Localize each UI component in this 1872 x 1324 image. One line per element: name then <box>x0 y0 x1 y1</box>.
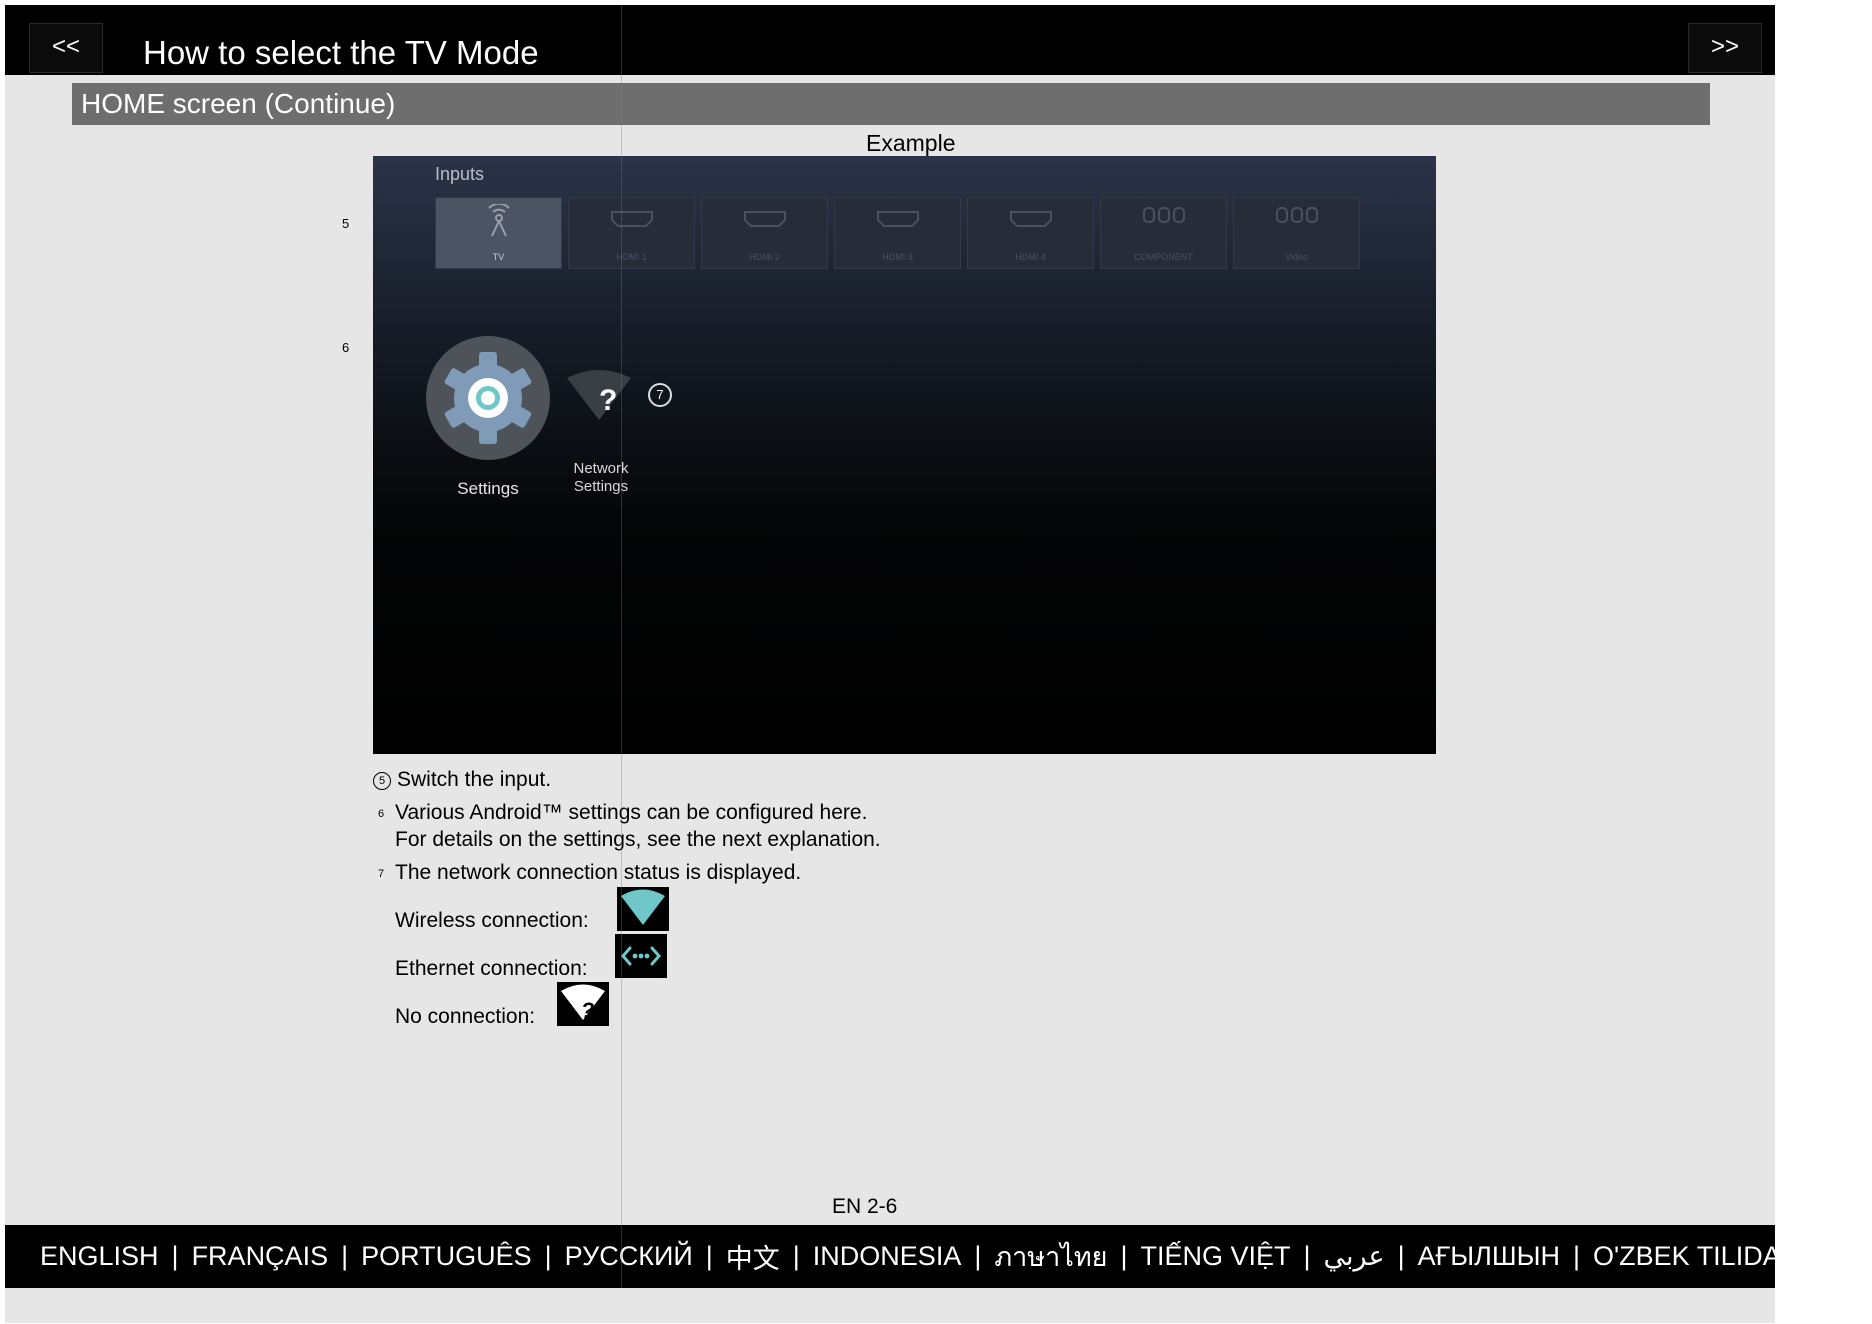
language-link[interactable]: PORTUGUÊS <box>361 1241 532 1272</box>
language-link[interactable]: 中文 <box>726 1237 780 1276</box>
network-settings-label: Network Settings <box>565 460 637 496</box>
input-tile-hdmi4[interactable]: HDMI 4 <box>967 197 1094 269</box>
item-marker: 6 <box>377 808 385 820</box>
wireless-connection-label: Wireless connection: <box>395 909 589 932</box>
language-link[interactable]: ENGLISH <box>40 1241 159 1272</box>
item-text: Switch the input. <box>397 768 552 791</box>
language-link[interactable]: عربي <box>1324 1241 1385 1272</box>
language-link[interactable]: АҒЫЛШЫН <box>1418 1241 1560 1272</box>
description-item-5: 5 Switch the input. <box>373 766 551 794</box>
svg-text:?: ? <box>599 384 617 417</box>
item-marker: 5 <box>373 772 391 790</box>
no-connection-label: No connection: <box>395 1005 536 1028</box>
network-settings-tile[interactable]: ? <box>563 368 635 428</box>
hdmi-icon <box>702 204 827 236</box>
callout-5: 5 <box>342 216 350 231</box>
input-tile-label: TV <box>492 252 505 262</box>
section-header: HOME screen (Continue) <box>72 83 1710 125</box>
section-title: HOME screen (Continue) <box>81 88 396 119</box>
hdmi-icon <box>569 204 694 236</box>
item-marker: 7 <box>377 868 385 880</box>
page-title: How to select the TV Mode <box>143 34 539 71</box>
hdmi-icon <box>835 204 960 236</box>
input-tile-label: HDMI 2 <box>749 252 780 262</box>
description-item-6-line2: For details on the settings, see the nex… <box>395 828 881 851</box>
callout-6: 6 <box>342 340 350 355</box>
example-label: Example <box>866 130 956 156</box>
network-label-line2: Settings <box>573 478 629 495</box>
tv-home-screen-example: Inputs TV HDMI 1 HDMI 2 HDMI 3 HDMI 4 CO… <box>373 156 1436 754</box>
network-label-line1: Network <box>573 460 629 477</box>
input-tile-label: Video <box>1285 252 1308 262</box>
wireless-connection-icon <box>617 887 669 931</box>
antenna-icon <box>436 202 561 245</box>
input-tile-label: COMPONENT <box>1134 252 1193 262</box>
no-connection-icon: ? <box>557 982 609 1026</box>
previous-page-button[interactable]: << <box>29 23 103 73</box>
component-icon <box>1101 204 1226 239</box>
language-link[interactable]: FRANÇAIS <box>192 1241 329 1272</box>
inputs-label: Inputs <box>435 164 485 184</box>
input-tile-hdmi3[interactable]: HDMI 3 <box>834 197 961 269</box>
gear-icon <box>444 352 532 444</box>
input-tile-component[interactable]: COMPONENT <box>1100 197 1227 269</box>
description-item-7: 7 The network connection status is displa… <box>373 859 801 887</box>
composite-icon <box>1234 204 1359 239</box>
input-tile-video[interactable]: Video <box>1233 197 1360 269</box>
language-bar: ENGLISH | FRANÇAIS | PORTUGUÊS | РУССКИЙ | 中… <box>5 1225 1781 1288</box>
ethernet-connection-label: Ethernet connection: <box>395 957 588 980</box>
divider-line <box>621 5 622 1288</box>
hdmi-icon <box>968 204 1093 236</box>
page-number: EN 2-6 <box>832 1195 898 1218</box>
language-link[interactable]: O'ZBEK TILIDA <box>1593 1241 1781 1272</box>
input-tile-label: HDMI 4 <box>1015 252 1046 262</box>
language-link[interactable]: РУССКИЙ <box>565 1241 693 1272</box>
svg-text:?: ? <box>581 998 594 1023</box>
callout-7: 7 <box>648 383 672 407</box>
input-tile-label: HDMI 1 <box>616 252 647 262</box>
input-tile-hdmi2[interactable]: HDMI 2 <box>701 197 828 269</box>
item-text: Various Android™ settings can be configu… <box>395 801 868 824</box>
next-page-button[interactable]: >> <box>1688 23 1762 73</box>
language-link[interactable]: ภาษาไทย <box>994 1235 1107 1278</box>
settings-tile[interactable] <box>426 336 550 460</box>
input-tile-label: HDMI 3 <box>882 252 913 262</box>
header-bar: << How to select the TV Mode >> <box>5 5 1775 75</box>
input-tile-hdmi1[interactable]: HDMI 1 <box>568 197 695 269</box>
ethernet-connection-icon <box>615 934 667 978</box>
item-text: The network connection status is display… <box>395 861 802 884</box>
language-list: ENGLISH | FRANÇAIS | PORTUGUÊS | РУССКИЙ | 中… <box>40 1225 1781 1288</box>
language-link[interactable]: TIẾNG VIỆT <box>1140 1241 1290 1272</box>
language-link[interactable]: INDONESIA <box>813 1241 962 1272</box>
settings-label: Settings <box>457 479 519 498</box>
wifi-unknown-icon: ? <box>567 370 631 420</box>
input-tile-tv[interactable]: TV <box>435 197 562 269</box>
